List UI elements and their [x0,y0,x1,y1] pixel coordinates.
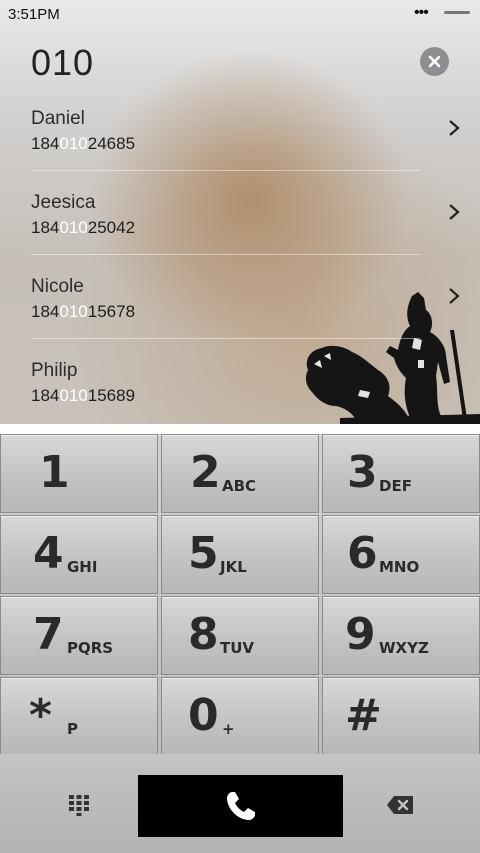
phone-icon [226,792,255,820]
contact-item-nicole[interactable]: Nicole 18401015678 [31,276,420,360]
key-letters: TUV [220,639,255,657]
key-digit: 8 [188,609,219,660]
status-time: 3:51PM [8,6,60,23]
key-digit: 1 [39,447,70,498]
key-5[interactable]: 5 JKL [161,515,319,594]
key-1[interactable]: 1 [0,434,158,513]
key-digit: 6 [347,528,378,579]
key-digit: 0 [188,690,219,741]
key-letters: PQRS [67,639,114,657]
key-4[interactable]: 4 GHI [0,515,158,594]
key-letters: DEF [379,477,412,495]
key-digit: 3 [347,447,378,498]
divider [31,338,420,339]
key-digit: 7 [33,609,64,660]
key-digit: 4 [33,528,64,579]
divider [31,254,420,255]
signal-dots-icon: ••• [414,4,429,21]
key-letters: MNO [379,558,420,576]
separator-band [0,424,480,434]
backspace-icon[interactable] [386,795,414,815]
contact-name: Nicole [31,276,84,297]
divider [31,170,420,171]
key-7[interactable]: 7 PQRS [0,596,158,675]
key-letters: + [222,720,235,738]
contact-item-jeesica[interactable]: Jeesica 18401025042 [31,192,420,276]
key-digit: 5 [188,528,219,579]
clear-input-button[interactable] [420,47,449,76]
key-letters: P [67,720,78,738]
wallpaper-area: 3:51PM ••• 010 Daniel 18401024685 Jeesic… [0,0,480,424]
contact-name: Philip [31,360,78,381]
contact-name: Jeesica [31,192,96,213]
dialed-number: 010 [31,42,95,83]
key-digit: * [29,690,53,741]
key-digit: 2 [190,447,221,498]
key-letters: GHI [67,558,98,576]
key-0[interactable]: 0 + [161,677,319,756]
call-button[interactable] [138,775,343,837]
chevron-right-icon[interactable] [447,119,461,137]
key-letters: WXYZ [379,639,429,657]
key-letters: JKL [220,558,247,576]
keypad: 1 2 ABC 3 DEF 4 GHI 5 JKL 6 MNO 7 PQRS 8… [0,434,480,756]
key-digit: 9 [345,609,376,660]
contact-number: 18401015678 [31,302,136,321]
contact-item-philip[interactable]: Philip 18401015689 [31,360,420,424]
contact-number: 18401025042 [31,218,136,237]
key-3[interactable]: 3 DEF [322,434,480,513]
contact-number: 18401015689 [31,386,136,405]
key-6[interactable]: 6 MNO [322,515,480,594]
key-digit: # [345,690,382,741]
bottom-bar [0,754,480,853]
key-star[interactable]: * P [0,677,158,756]
battery-icon [444,11,470,14]
status-bar: 3:51PM ••• [0,0,480,28]
contact-item-daniel[interactable]: Daniel 18401024685 [31,108,420,192]
key-hash[interactable]: # [322,677,480,756]
contact-number: 18401024685 [31,134,136,153]
key-2[interactable]: 2 ABC [161,434,319,513]
key-9[interactable]: 9 WXYZ [322,596,480,675]
key-letters: ABC [222,477,257,495]
chevron-right-icon[interactable] [447,203,461,221]
keypad-grid-icon[interactable] [68,794,90,816]
close-icon [428,55,441,68]
key-8[interactable]: 8 TUV [161,596,319,675]
chevron-right-icon[interactable] [447,287,461,305]
contact-name: Daniel [31,108,85,129]
